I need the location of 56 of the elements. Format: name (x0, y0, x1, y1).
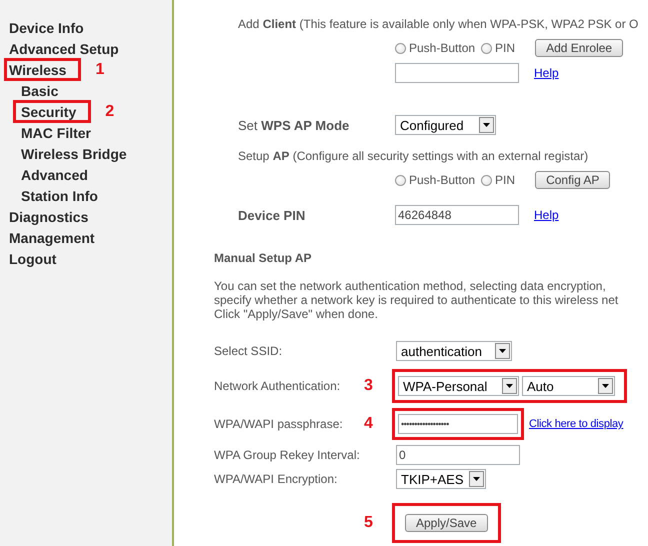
input-field[interactable]: 46264848 (395, 205, 519, 225)
dropdown[interactable]: WPA-Personal (398, 376, 519, 396)
radio-icon[interactable] (481, 42, 492, 54)
field-label: Network Authentication: (214, 379, 342, 393)
radio-option[interactable]: PIN (481, 173, 516, 187)
radio-icon[interactable] (395, 42, 406, 54)
radio-option[interactable]: PIN (481, 41, 516, 55)
nav-link[interactable]: Wireless Bridge (21, 146, 127, 162)
button[interactable]: Apply/Save (405, 514, 488, 532)
description-text: You can set the network authentication method, selecting data encryption, specify whether a network key is required to authenticate to this wireless net Click "Apply/Save" when done. (214, 279, 620, 321)
button[interactable]: Add Enrolee (535, 39, 624, 57)
caret-icon (598, 378, 613, 394)
button[interactable]: Config AP (535, 171, 610, 189)
caret-icon (502, 378, 517, 394)
field-label: WPA Group Rekey Interval: (214, 448, 361, 462)
display-link[interactable]: Click here to display (529, 418, 624, 430)
help-link[interactable]: Help (534, 208, 559, 222)
dropdown[interactable]: TKIP+AES (396, 469, 486, 489)
input-field[interactable]: •••••••••••••••••• (398, 414, 518, 434)
caret-icon (495, 343, 510, 359)
nav-link[interactable]: Advanced (21, 166, 88, 182)
nav-link[interactable]: Diagnostics (9, 208, 88, 224)
callout-number: 1 (95, 60, 104, 78)
radio-option[interactable]: Push-Button (395, 41, 476, 55)
callout-number: 3 (364, 377, 373, 395)
input-field[interactable] (395, 63, 519, 83)
field-label: Select SSID: (214, 344, 284, 358)
nav-link[interactable]: Security (21, 104, 76, 120)
nav-link[interactable]: Advanced Setup (9, 40, 119, 56)
section-title: Manual Setup AP (214, 251, 313, 265)
caret-icon (479, 117, 494, 133)
callout-number: 2 (105, 102, 114, 120)
caret-icon (469, 471, 484, 487)
callout-number: 4 (364, 415, 373, 433)
field-label: WPA/WAPI passphrase: (214, 417, 344, 431)
nav-link[interactable]: Wireless (9, 62, 66, 78)
nav-link[interactable]: Station Info (21, 188, 98, 204)
radio-icon[interactable] (481, 174, 492, 186)
input-field[interactable]: 0 (396, 445, 520, 465)
nav-link[interactable]: Management (9, 230, 95, 246)
field-label: WPA/WAPI Encryption: (214, 472, 338, 486)
field-label: Set WPS AP Mode (238, 118, 350, 132)
help-link[interactable]: Help (534, 66, 559, 80)
radio-icon[interactable] (395, 174, 406, 186)
dropdown[interactable]: Auto (522, 376, 615, 396)
radio-option[interactable]: Push-Button (395, 173, 476, 187)
dropdown[interactable]: Configured (395, 115, 496, 135)
nav-link[interactable]: Logout (9, 250, 56, 266)
nav-link[interactable]: Device Info (9, 20, 84, 36)
instruction-text: Add Client (This feature is available only when WPA-PSK, WPA2 PSK or O (238, 17, 640, 33)
dropdown[interactable]: authentication (396, 341, 512, 361)
nav-link[interactable]: Basic (21, 82, 58, 98)
instruction-text: Setup AP (Configure all security settings with an external registar) (238, 149, 590, 165)
field-label: Device PIN (238, 208, 306, 222)
callout-number: 5 (364, 514, 373, 532)
nav-link[interactable]: MAC Filter (21, 124, 91, 140)
